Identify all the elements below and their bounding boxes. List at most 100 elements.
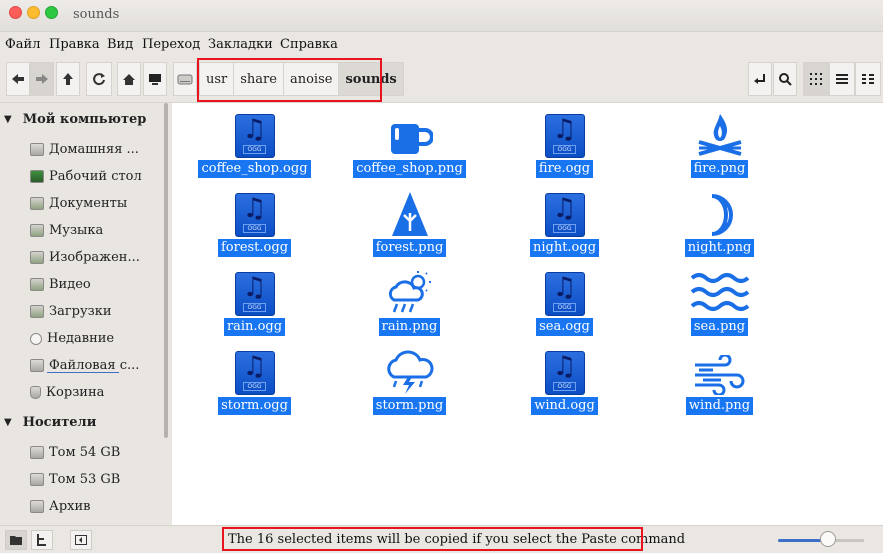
drive-icon bbox=[177, 74, 193, 84]
file-item[interactable]: ♫ OGG rain.ogg bbox=[177, 270, 332, 336]
compact-view-icon bbox=[862, 74, 874, 84]
ogg-badge: OGG bbox=[553, 145, 576, 154]
toggle-sidebar-button[interactable] bbox=[70, 530, 92, 550]
file-item[interactable]: storm.png bbox=[332, 349, 487, 415]
ogg-badge: OGG bbox=[553, 224, 576, 233]
maximize-window-button[interactable] bbox=[45, 6, 58, 19]
forward-button[interactable] bbox=[30, 62, 54, 96]
show-places-button[interactable] bbox=[5, 530, 27, 550]
file-name: sea.png bbox=[690, 318, 749, 336]
sidebar-item-pictures[interactable]: Изображен... bbox=[30, 250, 140, 265]
waves-icon bbox=[690, 273, 749, 311]
sidebar-item-downloads[interactable]: Загрузки bbox=[30, 304, 112, 319]
file-name: forest.ogg bbox=[217, 239, 292, 257]
sidebar-item-archive[interactable]: Архив bbox=[30, 499, 90, 514]
file-item[interactable]: ♫ OGG storm.ogg bbox=[177, 349, 332, 415]
sidebar-section-devices[interactable]: ▼ Носители bbox=[4, 415, 96, 430]
show-tree-button[interactable] bbox=[31, 530, 53, 550]
open-terminal-button[interactable] bbox=[748, 62, 772, 96]
return-arrow-icon bbox=[754, 74, 765, 84]
expand-arrow-icon: ▼ bbox=[4, 114, 12, 125]
file-item[interactable]: ♫ OGG fire.ogg bbox=[487, 112, 642, 178]
rain-cloud-icon bbox=[388, 271, 431, 313]
audio-ogg-icon: ♫ OGG bbox=[234, 351, 275, 395]
ogg-badge: OGG bbox=[243, 382, 266, 391]
music-folder-icon bbox=[30, 224, 44, 237]
sidebar-item-recent[interactable]: Недавние bbox=[30, 331, 114, 346]
file-name: wind.png bbox=[685, 397, 754, 415]
sidebar-item-music[interactable]: Музыка bbox=[30, 223, 103, 238]
home-folder-icon bbox=[30, 143, 44, 156]
close-window-button[interactable] bbox=[9, 6, 22, 19]
menu-view[interactable]: Вид bbox=[107, 37, 133, 52]
file-item[interactable]: ♫ OGG coffee_shop.ogg bbox=[177, 112, 332, 178]
menu-file[interactable]: Файл bbox=[5, 37, 40, 52]
menu-edit[interactable]: Правка bbox=[49, 37, 100, 52]
file-item[interactable]: rain.png bbox=[332, 270, 487, 336]
up-button[interactable] bbox=[56, 62, 80, 96]
file-view: ♫ OGG coffee_shop.ogg coffee_shop.png ♫ OG… bbox=[172, 103, 883, 525]
file-name: forest.png bbox=[372, 239, 447, 257]
sidebar-section-computer[interactable]: ▼ Мой компьютер bbox=[4, 112, 146, 127]
trash-icon bbox=[30, 386, 41, 399]
ogg-badge: OGG bbox=[243, 303, 266, 312]
sidebar-item-desktop[interactable]: Рабочий стол bbox=[30, 169, 142, 184]
minimize-window-button[interactable] bbox=[27, 6, 40, 19]
zoom-slider-handle[interactable] bbox=[820, 531, 836, 547]
file-name: night.png bbox=[684, 239, 755, 257]
sidebar-item-volume-54[interactable]: Том 54 GB bbox=[30, 445, 120, 460]
computer-button[interactable] bbox=[143, 62, 167, 96]
sidebar-item-label: Видео bbox=[49, 277, 91, 292]
sidebar-item-documents[interactable]: Документы bbox=[30, 196, 127, 211]
sidebar-item-videos[interactable]: Видео bbox=[30, 277, 91, 292]
menu-bookmarks[interactable]: Закладки bbox=[208, 37, 273, 52]
home-button[interactable] bbox=[117, 62, 141, 96]
file-item[interactable]: wind.png bbox=[642, 349, 797, 415]
ogg-badge: OGG bbox=[243, 224, 266, 233]
search-button[interactable] bbox=[773, 62, 797, 96]
home-icon bbox=[123, 73, 135, 85]
sidebar-scrollbar[interactable] bbox=[164, 103, 168, 438]
videos-folder-icon bbox=[30, 278, 44, 291]
menu-go[interactable]: Переход bbox=[142, 37, 200, 52]
sidebar-item-volume-53[interactable]: Том 53 GB bbox=[30, 472, 120, 487]
ogg-badge: OGG bbox=[243, 145, 266, 154]
file-item[interactable]: ♫ OGG sea.ogg bbox=[487, 270, 642, 336]
file-item[interactable]: ♫ OGG wind.ogg bbox=[487, 349, 642, 415]
menu-help[interactable]: Справка bbox=[280, 37, 338, 52]
file-item[interactable]: ♫ OGG night.ogg bbox=[487, 191, 642, 257]
sidebar-item-home[interactable]: Домашняя ... bbox=[30, 142, 139, 157]
list-view-icon bbox=[836, 74, 848, 84]
file-item[interactable]: ♫ OGG forest.ogg bbox=[177, 191, 332, 257]
file-item[interactable]: fire.png bbox=[642, 112, 797, 178]
file-name: coffee_shop.png bbox=[353, 160, 466, 178]
sidebar-section-label: Носители bbox=[22, 415, 97, 430]
sidebar-item-label: Архив bbox=[49, 499, 91, 514]
expand-arrow-icon: ▼ bbox=[4, 417, 12, 428]
sidebar-item-filesystem[interactable]: Файловая с... bbox=[30, 358, 139, 373]
compact-view-button[interactable] bbox=[855, 62, 881, 96]
audio-ogg-icon: ♫ OGG bbox=[544, 351, 585, 395]
pictures-folder-icon bbox=[30, 251, 44, 264]
sidebar: ▼ Мой компьютер Домашняя ... Рабочий стол… bbox=[0, 103, 168, 525]
icon-view-button[interactable] bbox=[803, 62, 829, 96]
toggle-location-button[interactable] bbox=[173, 62, 197, 96]
reload-button[interactable] bbox=[86, 62, 112, 96]
coffee-cup-icon bbox=[390, 124, 433, 154]
ogg-badge: OGG bbox=[553, 303, 576, 312]
status-highlight bbox=[222, 527, 643, 551]
sidebar-item-trash[interactable]: Корзина bbox=[30, 385, 104, 400]
file-item[interactable]: sea.png bbox=[642, 270, 797, 336]
file-item[interactable]: night.png bbox=[642, 191, 797, 257]
back-button[interactable] bbox=[6, 62, 30, 96]
filesystem-drive-icon bbox=[30, 359, 44, 372]
sidebar-item-label: Документы bbox=[49, 196, 128, 211]
file-item[interactable]: coffee_shop.png bbox=[332, 112, 487, 178]
drive-icon bbox=[30, 500, 44, 513]
sidebar-item-label: Загрузки bbox=[49, 304, 112, 319]
file-item[interactable]: forest.png bbox=[332, 191, 487, 257]
file-name: storm.png bbox=[372, 397, 447, 415]
file-name: night.ogg bbox=[529, 239, 600, 257]
list-view-button[interactable] bbox=[829, 62, 855, 96]
sidebar-section-label: Мой компьютер bbox=[22, 112, 147, 127]
